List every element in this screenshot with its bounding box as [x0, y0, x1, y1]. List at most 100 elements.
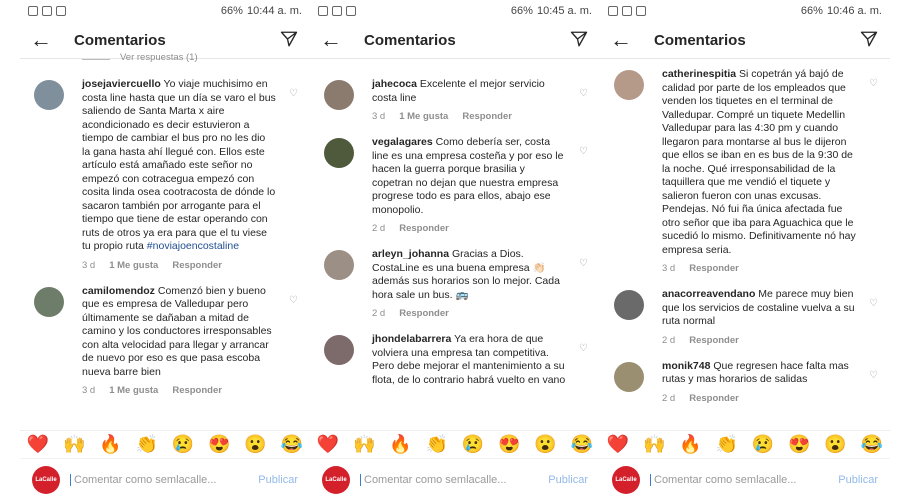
heart-eyes-emoji-icon[interactable]: 😍	[788, 434, 810, 455]
username[interactable]: camilomendoz	[82, 285, 155, 297]
like-heart-icon[interactable]: ♡	[869, 298, 878, 309]
heart-emoji-icon[interactable]: ❤️	[27, 434, 49, 455]
comment-text: vegalagares Como debería ser, costa line…	[372, 136, 566, 217]
like-heart-icon[interactable]: ♡	[289, 295, 298, 306]
laughing-emoji-icon[interactable]: 😂	[281, 434, 303, 455]
like-heart-icon[interactable]: ♡	[579, 343, 588, 354]
reply-button[interactable]: Responder	[462, 111, 512, 122]
hashtag-link[interactable]: #noviajoencostaline	[147, 240, 239, 252]
raised-hands-emoji-icon[interactable]: 🙌	[643, 434, 665, 455]
fire-emoji-icon[interactable]: 🔥	[679, 434, 701, 455]
back-arrow-icon[interactable]: ←	[610, 29, 632, 51]
instagram-icon	[332, 6, 342, 16]
avatar[interactable]	[34, 286, 64, 317]
comment-time: 2 d	[662, 392, 676, 404]
avatar[interactable]	[614, 361, 644, 392]
avatar[interactable]	[614, 70, 644, 100]
comment-text: monik748 Que regresen hace falta mas rut…	[662, 360, 856, 387]
laughing-emoji-icon[interactable]: 😂	[571, 434, 593, 455]
crying-emoji-icon[interactable]: 😢	[172, 434, 194, 455]
like-heart-icon[interactable]: ♡	[869, 78, 878, 89]
time-text: 10:46 a. m.	[826, 5, 882, 17]
comment-meta: 3 d 1 Me gusta Responder	[82, 260, 276, 271]
avatar[interactable]	[324, 80, 354, 110]
view-replies-link[interactable]: Ver respuestas (1)	[20, 52, 310, 66]
likes-count[interactable]: 1 Me gusta	[109, 260, 158, 271]
crying-emoji-icon[interactable]: 😢	[462, 434, 484, 455]
reply-button[interactable]: Responder	[399, 308, 449, 319]
emoji-bar: ❤️ 🙌 🔥 👏 😢 😍 😮 😂	[310, 430, 600, 458]
comment-input[interactable]: Comentar como semlacalle...	[650, 473, 828, 486]
clap-emoji-icon[interactable]: 👏	[426, 434, 448, 455]
comment-body: Comenzó bien y bueno que es empresa de V…	[82, 284, 272, 378]
reply-button[interactable]: Responder	[689, 393, 739, 404]
avatar[interactable]	[324, 138, 354, 168]
avatar[interactable]	[34, 80, 64, 110]
comment-text: arleyn_johanna Gracias a Dios. CostaLine…	[372, 248, 566, 302]
heart-eyes-emoji-icon[interactable]: 😍	[498, 434, 520, 455]
surprised-emoji-icon[interactable]: 😮	[244, 434, 266, 455]
comment-input[interactable]: Comentar como semlacalle...	[360, 473, 538, 486]
publish-button[interactable]: Publicar	[838, 474, 878, 486]
comment-time: 3 d	[82, 385, 96, 396]
username[interactable]: josejaviercuello	[82, 78, 161, 90]
back-arrow-icon[interactable]: ←	[320, 29, 342, 51]
time-text: 10:45 a. m.	[536, 5, 592, 17]
publish-button[interactable]: Publicar	[548, 474, 588, 486]
like-heart-icon[interactable]: ♡	[579, 88, 588, 99]
like-heart-icon[interactable]: ♡	[289, 88, 298, 99]
like-heart-icon[interactable]: ♡	[579, 258, 588, 269]
send-icon[interactable]	[570, 30, 588, 48]
reply-button[interactable]: Responder	[689, 263, 739, 274]
comment-input-bar: LaCalle Comentar como semlacalle... Publ…	[310, 458, 600, 500]
username[interactable]: arleyn_johanna	[372, 248, 449, 260]
comment: camilomendoz Comenzó bien y bueno que es…	[20, 284, 310, 396]
clap-emoji-icon[interactable]: 👏	[136, 434, 158, 455]
status-bar: 66% 10:44 a. m.	[20, 0, 310, 22]
avatar[interactable]	[614, 290, 644, 320]
comment-text: catherinespitia Si copetrán yá bajó de c…	[662, 68, 856, 257]
username[interactable]: jahecoca	[372, 78, 417, 90]
battery-text: 66%	[800, 5, 823, 17]
reply-button[interactable]: Responder	[172, 260, 222, 271]
surprised-emoji-icon[interactable]: 😮	[534, 434, 556, 455]
username[interactable]: monik748	[662, 360, 710, 372]
avatar[interactable]	[324, 250, 354, 280]
reply-button[interactable]: Responder	[399, 223, 449, 234]
header: ← Comentarios	[310, 22, 600, 58]
heart-eyes-emoji-icon[interactable]: 😍	[208, 434, 230, 455]
clap-emoji-icon[interactable]: 👏	[716, 434, 738, 455]
likes-count[interactable]: 1 Me gusta	[399, 111, 448, 122]
comment-meta: 3 d Responder	[662, 263, 856, 274]
laughing-emoji-icon[interactable]: 😂	[861, 434, 883, 455]
comment: josejaviercuello Yo viaje muchisimo en c…	[20, 78, 310, 271]
username[interactable]: anacorreavendano	[662, 288, 755, 300]
comment-input[interactable]: Comentar como semlacalle...	[70, 473, 248, 486]
like-heart-icon[interactable]: ♡	[579, 146, 588, 157]
heart-emoji-icon[interactable]: ❤️	[607, 434, 629, 455]
raised-hands-emoji-icon[interactable]: 🙌	[353, 434, 375, 455]
send-icon[interactable]	[860, 30, 878, 48]
username[interactable]: jhondelabarrera	[372, 333, 451, 345]
crying-emoji-icon[interactable]: 😢	[752, 434, 774, 455]
back-arrow-icon[interactable]: ←	[30, 29, 52, 51]
reply-button[interactable]: Responder	[689, 335, 739, 346]
raised-hands-emoji-icon[interactable]: 🙌	[63, 434, 85, 455]
send-icon[interactable]	[280, 30, 298, 48]
comment-list: Ver respuestas (1) josejaviercuello Yo v…	[20, 52, 310, 430]
comment: vegalagares Como debería ser, costa line…	[310, 136, 600, 234]
username[interactable]: catherinespitia	[662, 68, 736, 80]
reply-button[interactable]: Responder	[172, 385, 222, 396]
gallery-icon	[318, 6, 328, 16]
like-heart-icon[interactable]: ♡	[869, 370, 878, 381]
publish-button[interactable]: Publicar	[258, 474, 298, 486]
heart-emoji-icon[interactable]: ❤️	[317, 434, 339, 455]
surprised-emoji-icon[interactable]: 😮	[824, 434, 846, 455]
instagram-icon	[42, 6, 52, 16]
comment: jhondelabarrera Ya era hora de que volvi…	[310, 333, 600, 387]
likes-count[interactable]: 1 Me gusta	[109, 385, 158, 396]
avatar[interactable]	[324, 335, 354, 365]
fire-emoji-icon[interactable]: 🔥	[389, 434, 411, 455]
username[interactable]: vegalagares	[372, 136, 433, 148]
fire-emoji-icon[interactable]: 🔥	[99, 434, 121, 455]
